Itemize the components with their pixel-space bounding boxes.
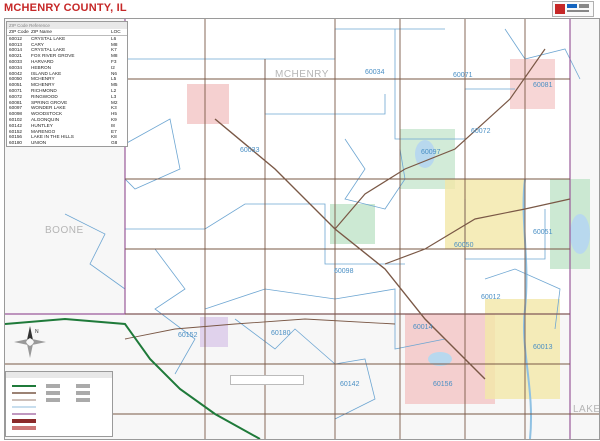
logo-block-red — [555, 4, 565, 14]
zip-label[interactable]: 60180 — [271, 330, 291, 337]
compass-rose: N — [10, 324, 50, 360]
col-zip-name: ZIP Name — [31, 29, 53, 34]
compass-east-arrow — [32, 339, 46, 345]
scale-bar — [230, 375, 304, 385]
zip-label[interactable]: 60034 — [365, 69, 385, 76]
zip-label[interactable]: 60012 — [481, 294, 501, 301]
legend-symbol — [76, 398, 90, 402]
title-bar: MCHENRY COUNTY, IL — [0, 0, 600, 18]
zip-label[interactable]: 60152 — [178, 332, 198, 339]
urban-woodstock — [330, 204, 375, 244]
zip-label[interactable]: 60014 — [413, 324, 433, 331]
zip-table-body: 60012 CRYSTAL LAKE L6 60013 CARY M8 60014 CRYST… — [7, 36, 127, 146]
legend-graphic — [12, 384, 90, 430]
logo-line — [567, 10, 589, 12]
compass-west-arrow — [14, 339, 28, 345]
logo-block-blue — [567, 4, 577, 8]
map-legend — [5, 371, 113, 437]
loc-cell: G8 — [111, 140, 118, 146]
legend-symbol — [76, 384, 90, 388]
county-label-boone: BOONE — [45, 225, 84, 236]
zip-code-cell: 60180 — [9, 140, 23, 146]
zip-reference-table: ZIP Code Reference ZIP Code ZIP Name LOC… — [6, 21, 128, 147]
zip-label[interactable]: 60051 — [533, 229, 553, 236]
urban-harvard — [187, 84, 229, 124]
zip-name-cell: UNION — [31, 140, 47, 146]
legend-area-swatch — [12, 426, 36, 430]
legend-symbol — [46, 398, 60, 402]
brand-logo — [552, 1, 594, 17]
legend-symbol — [46, 384, 60, 388]
col-zip-code: ZIP Code — [9, 29, 29, 34]
col-loc: LOC — [111, 29, 121, 34]
compass-north-arrow — [27, 326, 33, 340]
compass-south-arrow — [27, 344, 33, 358]
zip-label[interactable]: 60142 — [340, 381, 360, 388]
compass-n-label: N — [35, 329, 39, 335]
fox-chain-lakes-water — [570, 214, 590, 254]
legend-symbol — [46, 391, 60, 395]
county-label-lake: LAKE — [573, 404, 599, 415]
zip-label[interactable]: 60050 — [454, 242, 474, 249]
zip-table-column-headers: ZIP Code ZIP Name LOC — [7, 29, 127, 36]
compass-icon: N — [14, 326, 46, 358]
map-title: MCHENRY COUNTY, IL — [4, 2, 127, 14]
urban-marengo — [200, 317, 228, 347]
zip-table-header: ZIP Code Reference — [7, 22, 127, 29]
zip-label[interactable]: 60156 — [433, 381, 453, 388]
logo-block-grey — [579, 4, 589, 8]
urban-mchenry — [445, 179, 525, 249]
zip-label[interactable]: 60071 — [453, 72, 473, 79]
county-label-mchenry: MCHENRY — [275, 69, 329, 80]
zip-label[interactable]: 60033 — [240, 147, 260, 154]
zip-label[interactable]: 60013 — [533, 344, 553, 351]
zip-label[interactable]: 60098 — [334, 268, 354, 275]
legend-urban-swatch — [12, 419, 36, 423]
zip-label[interactable]: 60097 — [421, 149, 441, 156]
legend-symbol — [76, 391, 90, 395]
brand-logo-graphic — [555, 4, 589, 14]
zip-label[interactable]: 60081 — [533, 82, 553, 89]
zip-table-row: 60180 UNION G8 — [7, 140, 127, 146]
zip-label[interactable]: 60072 — [471, 128, 491, 135]
